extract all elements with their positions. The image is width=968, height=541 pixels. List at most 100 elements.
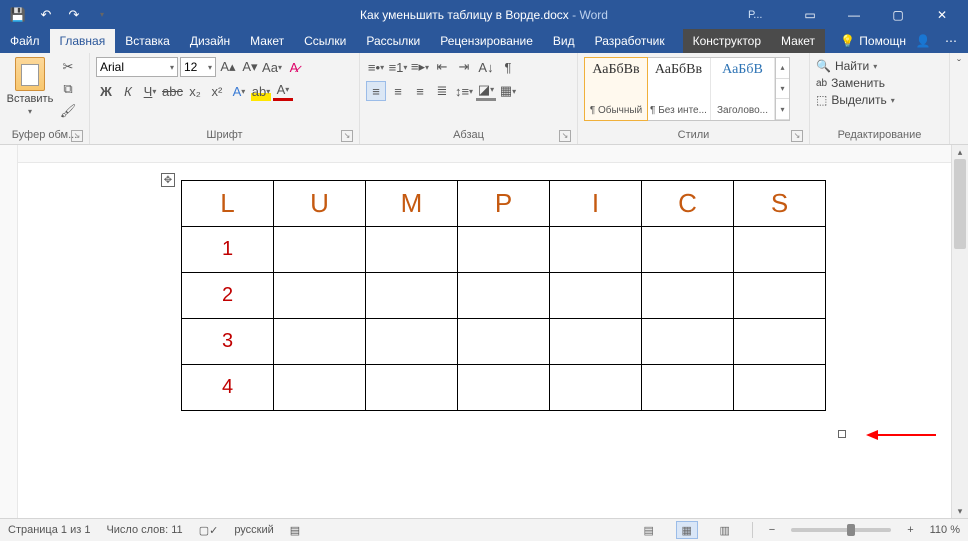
line-spacing-button[interactable]: ↕≡▾ <box>454 81 474 101</box>
word-count[interactable]: Число слов: 11 <box>106 524 182 536</box>
tab-file[interactable]: Файл <box>0 29 50 53</box>
table-cell[interactable]: L <box>182 181 274 227</box>
table-cell[interactable]: I <box>550 181 642 227</box>
style-nospacing[interactable]: АаБбВв ¶ Без инте... <box>647 58 711 120</box>
scroll-down-button[interactable]: ▾ <box>952 504 968 518</box>
bullets-button[interactable]: ≡•▾ <box>366 57 386 77</box>
table-cell[interactable]: 2 <box>182 273 274 319</box>
grow-font-button[interactable]: A▴ <box>218 57 238 77</box>
close-button[interactable]: ✕ <box>920 0 964 29</box>
undo-button[interactable]: ↶ <box>34 3 58 27</box>
bold-button[interactable]: Ж <box>96 81 116 101</box>
table-cell[interactable] <box>734 273 826 319</box>
table-cell[interactable] <box>550 365 642 411</box>
table-cell[interactable]: C <box>642 181 734 227</box>
table-cell[interactable] <box>458 365 550 411</box>
font-size-dropdown[interactable]: 12▾ <box>180 57 216 77</box>
zoom-level[interactable]: 110 % <box>930 524 960 536</box>
clipboard-launcher[interactable]: ↘ <box>71 130 83 142</box>
page-indicator[interactable]: Страница 1 из 1 <box>8 524 90 536</box>
table-cell[interactable] <box>274 227 366 273</box>
table-cell[interactable] <box>734 365 826 411</box>
copy-button[interactable]: ⧉ <box>58 79 78 99</box>
zoom-out-button[interactable]: − <box>769 524 775 536</box>
replace-button[interactable]: ab Заменить <box>816 76 885 90</box>
styles-launcher[interactable]: ↘ <box>791 130 803 142</box>
tab-review[interactable]: Рецензирование <box>430 29 543 53</box>
align-left-button[interactable]: ≡ <box>366 81 386 101</box>
table-cell[interactable] <box>642 319 734 365</box>
superscript-button[interactable]: x² <box>207 81 227 101</box>
table-cell[interactable] <box>550 227 642 273</box>
zoom-slider[interactable] <box>791 528 891 532</box>
horizontal-ruler[interactable] <box>18 145 951 163</box>
styles-gallery[interactable]: АаБбВв ¶ Обычный АаБбВв ¶ Без инте... Аа… <box>584 57 790 121</box>
account-label[interactable]: Р... <box>748 9 788 21</box>
print-layout-button[interactable]: ▦ <box>676 521 698 539</box>
table-cell[interactable]: 1 <box>182 227 274 273</box>
table-cell[interactable] <box>458 319 550 365</box>
table-cell[interactable]: S <box>734 181 826 227</box>
font-name-dropdown[interactable]: Arial▾ <box>96 57 178 77</box>
vertical-scrollbar[interactable]: ▴ ▾ <box>951 145 968 518</box>
redo-button[interactable]: ↷ <box>62 3 86 27</box>
cut-button[interactable]: ✂ <box>58 57 78 77</box>
table-cell[interactable] <box>366 227 458 273</box>
sort-button[interactable]: A↓ <box>476 57 496 77</box>
numbering-button[interactable]: ≡1▾ <box>388 57 408 77</box>
vertical-ruler[interactable] <box>0 145 18 518</box>
tab-developer[interactable]: Разработчик <box>585 29 675 53</box>
table-cell[interactable] <box>550 319 642 365</box>
table-cell[interactable] <box>274 273 366 319</box>
multilevel-button[interactable]: ≡▸▾ <box>410 57 430 77</box>
borders-button[interactable]: ▦▾ <box>498 81 518 101</box>
shrink-font-button[interactable]: A▾ <box>240 57 260 77</box>
tab-layout[interactable]: Макет <box>240 29 294 53</box>
align-center-button[interactable]: ≡ <box>388 81 408 101</box>
clear-formatting-button[interactable]: A̷ <box>284 57 304 77</box>
share-button[interactable]: 👤 <box>912 30 934 52</box>
change-case-button[interactable]: Aa▾ <box>262 57 282 77</box>
table-row[interactable]: 3 <box>182 319 826 365</box>
table-cell[interactable] <box>458 273 550 319</box>
font-launcher[interactable]: ↘ <box>341 130 353 142</box>
table-header-row[interactable]: L U M P I C S <box>182 181 826 227</box>
table-cell[interactable] <box>550 273 642 319</box>
table-cell[interactable]: U <box>274 181 366 227</box>
underline-button[interactable]: Ч▾ <box>140 81 160 101</box>
proofing-icon[interactable]: ▢✓ <box>199 524 219 537</box>
maximize-button[interactable]: ▢ <box>876 0 920 29</box>
select-button[interactable]: ⬚ Выделить ▾ <box>816 93 895 107</box>
comments-button[interactable]: ⋯ <box>940 30 962 52</box>
shading-button[interactable]: ◪▾ <box>476 81 496 101</box>
text-effects-button[interactable]: A▾ <box>229 81 249 101</box>
style-heading1[interactable]: АаБбВ Заголово... <box>711 58 775 120</box>
find-button[interactable]: 🔍 Найти ▾ <box>816 59 877 73</box>
collapse-ribbon-button[interactable]: ˇ <box>950 53 968 144</box>
strikethrough-button[interactable]: abc <box>162 81 183 101</box>
highlight-button[interactable]: ab▾ <box>251 81 271 101</box>
table-cell[interactable]: 4 <box>182 365 274 411</box>
tab-view[interactable]: Вид <box>543 29 585 53</box>
tab-mailings[interactable]: Рассылки <box>356 29 430 53</box>
table-cell[interactable]: 3 <box>182 319 274 365</box>
tab-design[interactable]: Дизайн <box>180 29 240 53</box>
tab-table-design[interactable]: Конструктор <box>683 29 771 53</box>
language-indicator[interactable]: русский <box>234 524 273 536</box>
styles-scroll[interactable]: ▴▾▾ <box>775 58 789 120</box>
table-cell[interactable] <box>366 365 458 411</box>
table-resize-handle[interactable] <box>838 430 846 438</box>
table-cell[interactable] <box>274 319 366 365</box>
zoom-in-button[interactable]: + <box>907 524 913 536</box>
word-table[interactable]: L U M P I C S 1 2 3 4 <box>181 180 826 411</box>
table-cell[interactable] <box>274 365 366 411</box>
table-cell[interactable] <box>366 319 458 365</box>
table-row[interactable]: 4 <box>182 365 826 411</box>
table-cell[interactable] <box>642 365 734 411</box>
table-cell[interactable]: P <box>458 181 550 227</box>
justify-button[interactable]: ≣ <box>432 81 452 101</box>
style-normal[interactable]: АаБбВв ¶ Обычный <box>584 57 648 121</box>
tab-insert[interactable]: Вставка <box>115 29 180 53</box>
table-cell[interactable] <box>458 227 550 273</box>
qat-customize-button[interactable]: ▾ <box>90 3 114 27</box>
